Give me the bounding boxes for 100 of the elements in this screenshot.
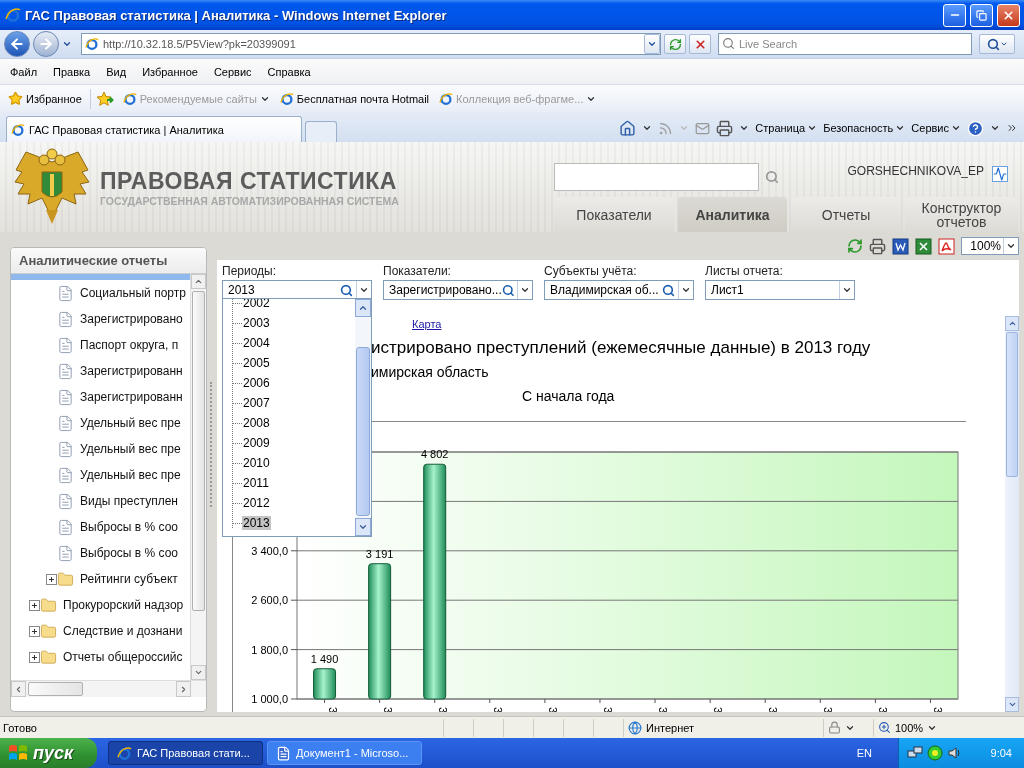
favorites-button[interactable]: Избранное [6, 91, 84, 106]
add-favorite-icon[interactable] [96, 90, 115, 107]
address-field[interactable]: http://10.32.18.5/P5View?pk=20399091 [81, 33, 661, 55]
tree-item-label[interactable]: Зарегистрированн [80, 364, 183, 378]
tree-item-label[interactable]: Рейтинги субъект [80, 572, 178, 586]
dropdown-option[interactable]: 2003 [242, 316, 271, 330]
nav-tab[interactable]: Конструктор отчетов [905, 197, 1018, 232]
dropdown-option[interactable]: 2012 [242, 496, 271, 510]
zoom-icon[interactable] [878, 721, 891, 734]
menu-item[interactable]: Сервис [205, 65, 260, 78]
menu-item[interactable]: Файл [2, 65, 46, 78]
scroll-right-icon [179, 684, 188, 694]
filter-field[interactable]: 2013 [222, 280, 372, 300]
nav-tab[interactable]: Показатели [554, 197, 674, 232]
document-icon [57, 440, 74, 458]
expand-icon[interactable] [46, 573, 57, 585]
taskbar-button[interactable]: Документ1 - Microso... [267, 741, 422, 765]
tree-item-label[interactable]: Прокурорский надзор [63, 598, 184, 612]
menu-item[interactable]: Правка [45, 65, 99, 78]
tree-item-label[interactable]: Паспорт округа, п [80, 338, 179, 352]
axis-label: 3 [877, 707, 890, 712]
spreadsheet-export-icon[interactable] [915, 237, 932, 255]
more-icon[interactable] [1006, 122, 1018, 134]
filter-label: Субъекты учёта: [544, 264, 638, 278]
back-icon [9, 36, 25, 52]
menu-item[interactable]: Вид [98, 65, 135, 78]
command-menu[interactable]: Безопасность [823, 122, 906, 134]
tree-item-label[interactable]: Виды преступлен [80, 494, 178, 508]
dropdown-option[interactable]: 2006 [242, 376, 271, 390]
tree-item-label[interactable]: Выбросы в % соо [80, 546, 178, 560]
command-menu[interactable]: Страница [755, 122, 818, 134]
scrollbar[interactable] [355, 299, 371, 536]
expand-icon[interactable] [29, 599, 40, 611]
dropdown-option[interactable]: 2002 [242, 299, 271, 310]
tree-item-label[interactable]: Социальный портр [80, 286, 186, 300]
search-field[interactable]: Live Search [718, 33, 972, 55]
print-icon[interactable] [869, 237, 886, 255]
restore-button[interactable] [970, 3, 993, 27]
scrollbar[interactable] [190, 274, 206, 680]
zoom-level[interactable]: 100% [895, 721, 924, 734]
report-subtitle: имирская область [371, 364, 490, 380]
print-icon[interactable] [716, 119, 734, 137]
zoom-select[interactable]: 100% [961, 237, 1019, 255]
refresh-button[interactable] [664, 34, 686, 54]
tree-item-label[interactable]: Зарегистрированн [80, 390, 183, 404]
search-button[interactable] [979, 34, 1015, 54]
menu-item[interactable]: Справка [259, 65, 319, 78]
scrollbar[interactable] [11, 680, 206, 697]
map-link[interactable]: Карта [412, 318, 442, 330]
browser-tab[interactable]: ГАС Правовая статистика | Аналитика [6, 116, 302, 142]
browser-logo-icon [117, 745, 132, 761]
dropdown-option[interactable]: 2009 [242, 436, 271, 450]
dropdown-option[interactable]: 2004 [242, 336, 271, 350]
search-icon [501, 283, 515, 297]
home-icon[interactable] [619, 119, 637, 137]
document-icon [57, 518, 74, 536]
forward-button[interactable] [33, 31, 59, 57]
filter-field[interactable]: Лист1 [705, 280, 855, 300]
network-icon[interactable] [907, 745, 923, 761]
lock-icon[interactable] [828, 721, 841, 734]
tree-item-label[interactable]: Следствие и дознани [63, 624, 183, 638]
dropdown-option[interactable]: 2008 [242, 416, 271, 430]
refresh-icon[interactable] [847, 238, 863, 254]
stop-button[interactable] [689, 34, 711, 54]
favorite-link[interactable]: Бесплатная почта Hotmail [277, 91, 432, 106]
address-dropdown-button[interactable] [644, 34, 660, 54]
dropdown-option[interactable]: 2013 [242, 516, 271, 530]
close-button[interactable] [997, 3, 1020, 27]
speaker-icon[interactable] [947, 745, 963, 761]
tree-item-label[interactable]: Зарегистрировано [80, 312, 183, 326]
nav-tab[interactable]: Отчеты [791, 197, 901, 232]
start-button[interactable]: пуск [0, 738, 97, 768]
windows-flag-icon [8, 744, 28, 762]
tree-item-label[interactable]: Выбросы в % соо [80, 520, 178, 534]
back-button[interactable] [4, 31, 30, 57]
tree-item-label[interactable]: Отчеты общероссийс [63, 650, 183, 664]
filter-label: Периоды: [222, 264, 278, 278]
scrollbar[interactable] [1005, 316, 1019, 712]
dropdown-option[interactable]: 2011 [242, 476, 270, 490]
language-indicator[interactable]: EN [856, 747, 872, 759]
word-export-icon[interactable] [892, 237, 909, 255]
nav-tab[interactable]: Аналитика [678, 197, 787, 232]
filter-field[interactable]: Владимирская об... [544, 280, 694, 300]
site-search-field[interactable] [554, 163, 759, 191]
pdf-export-icon[interactable] [938, 237, 955, 255]
window-title: ГАС Правовая статистика | Аналитика - Windows Internet Explorer [25, 7, 448, 23]
dropdown-option[interactable]: 2005 [242, 356, 271, 370]
expand-icon[interactable] [29, 625, 40, 637]
dropdown-option[interactable]: 2007 [242, 396, 271, 410]
command-menu[interactable]: Сервис [911, 122, 961, 134]
dropdown-option[interactable]: 2010 [242, 456, 271, 470]
minimize-button[interactable] [943, 3, 966, 27]
menu-item[interactable]: Избранное [134, 65, 206, 78]
tree-item-label[interactable]: Удельный вес пре [80, 416, 181, 430]
tree-item-label[interactable]: Удельный вес пре [80, 468, 181, 482]
taskbar-button[interactable]: ГАС Правовая стати... [108, 741, 263, 765]
expand-icon[interactable] [29, 651, 40, 663]
filter-field[interactable]: Зарегистрировано... [383, 280, 533, 300]
tree-item-label[interactable]: Удельный вес пре [80, 442, 181, 456]
help-icon[interactable] [967, 119, 984, 137]
